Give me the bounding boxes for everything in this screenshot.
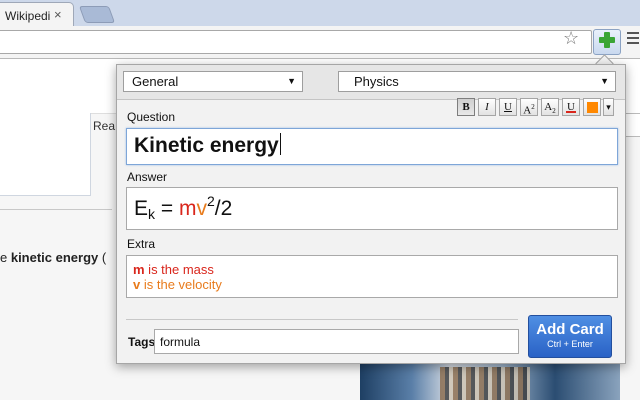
formula-subscript: k [148, 206, 156, 222]
green-plus-icon [599, 32, 615, 48]
clear-format-button[interactable]: U [562, 98, 580, 116]
menu-icon[interactable] [627, 32, 639, 47]
tags-value: formula [160, 335, 201, 349]
extra-line-mass: m is the mass [133, 262, 214, 277]
formula-equals: = [155, 197, 179, 220]
page-panel [0, 113, 91, 196]
extra-velocity-text: is the velocity [140, 277, 222, 292]
new-tab-button[interactable] [78, 6, 116, 23]
superscript-button[interactable]: A2 [520, 98, 538, 117]
text-color-button[interactable] [583, 98, 601, 116]
add-card-popup: General ▼ Physics ▼ B I U A2 A2 U ▾ Ques… [116, 64, 626, 364]
italic-button[interactable]: I [478, 98, 496, 116]
color-swatch-icon [586, 102, 598, 113]
page-text-prefix: e [0, 250, 11, 265]
deck-select-value: General [132, 74, 179, 89]
close-icon[interactable]: × [54, 7, 62, 22]
extra-label: Extra [127, 237, 156, 251]
tags-label: Tags [128, 335, 156, 349]
italic-glyph: I [485, 101, 489, 113]
subscript-button[interactable]: A2 [541, 98, 559, 116]
formula-mass: m [178, 197, 197, 220]
bold-glyph: B [462, 101, 470, 113]
browser-tab[interactable]: Wikipedi × [0, 2, 74, 29]
page-text-suffix: ( [98, 250, 107, 265]
formula-divisor: /2 [214, 197, 233, 220]
tags-input[interactable]: formula [154, 329, 519, 354]
page-article-text: e kinetic energy ( [0, 250, 106, 265]
article-photo [360, 363, 620, 400]
chevron-down-icon: ▾ [606, 102, 611, 112]
address-bar[interactable] [0, 30, 592, 54]
page-text-bold: kinetic energy [10, 250, 99, 265]
dropdown-arrow-icon: ▼ [600, 76, 609, 86]
popup-header: General ▼ Physics ▼ [117, 65, 625, 100]
page-partial-label[interactable]: Rea [93, 119, 115, 133]
formula-exponent: 2 [206, 193, 215, 209]
add-card-label: Add Card [536, 321, 604, 338]
deck-select[interactable]: General ▼ [123, 71, 303, 92]
dropdown-arrow-icon: ▼ [287, 76, 296, 86]
add-card-button[interactable]: Add Card Ctrl + Enter [528, 315, 612, 358]
question-field[interactable]: Kinetic energy [126, 128, 618, 165]
add-card-shortcut: Ctrl + Enter [547, 339, 593, 349]
text-cursor [279, 133, 281, 155]
footer-divider [126, 319, 518, 320]
note-type-select[interactable]: Physics ▼ [338, 71, 616, 92]
more-format-button[interactable]: ▾ [603, 98, 614, 116]
bold-button[interactable]: B [457, 98, 475, 116]
extra-line-velocity: v is the velocity [133, 277, 222, 292]
page-divider [0, 209, 112, 210]
tab-title: Wikipedi [5, 9, 51, 23]
underline-button[interactable]: U [499, 98, 517, 116]
extra-field[interactable]: m is the mass v is the velocity [126, 255, 618, 298]
question-text: Kinetic energy [134, 133, 281, 158]
formula-energy: E [134, 197, 149, 220]
anki-extension-button[interactable] [593, 29, 621, 55]
formula-velocity: v [196, 197, 207, 220]
underline-glyph: U [504, 101, 512, 113]
remove-format-icon [566, 111, 576, 113]
question-label: Question [127, 110, 176, 124]
question-value: Kinetic energy [134, 134, 279, 157]
answer-formula: Ek = mv2/2 [134, 193, 232, 222]
browser-toolbar: ☆ [0, 26, 640, 59]
extra-mass-var: m [133, 262, 145, 277]
extra-mass-text: is the mass [144, 262, 214, 277]
star-icon[interactable]: ☆ [563, 29, 579, 47]
answer-field[interactable]: Ek = mv2/2 [126, 187, 618, 230]
photo-crowd [440, 367, 530, 400]
note-type-select-value: Physics [354, 74, 399, 89]
answer-label: Answer [127, 170, 168, 184]
tab-strip: Wikipedi × [0, 0, 640, 29]
